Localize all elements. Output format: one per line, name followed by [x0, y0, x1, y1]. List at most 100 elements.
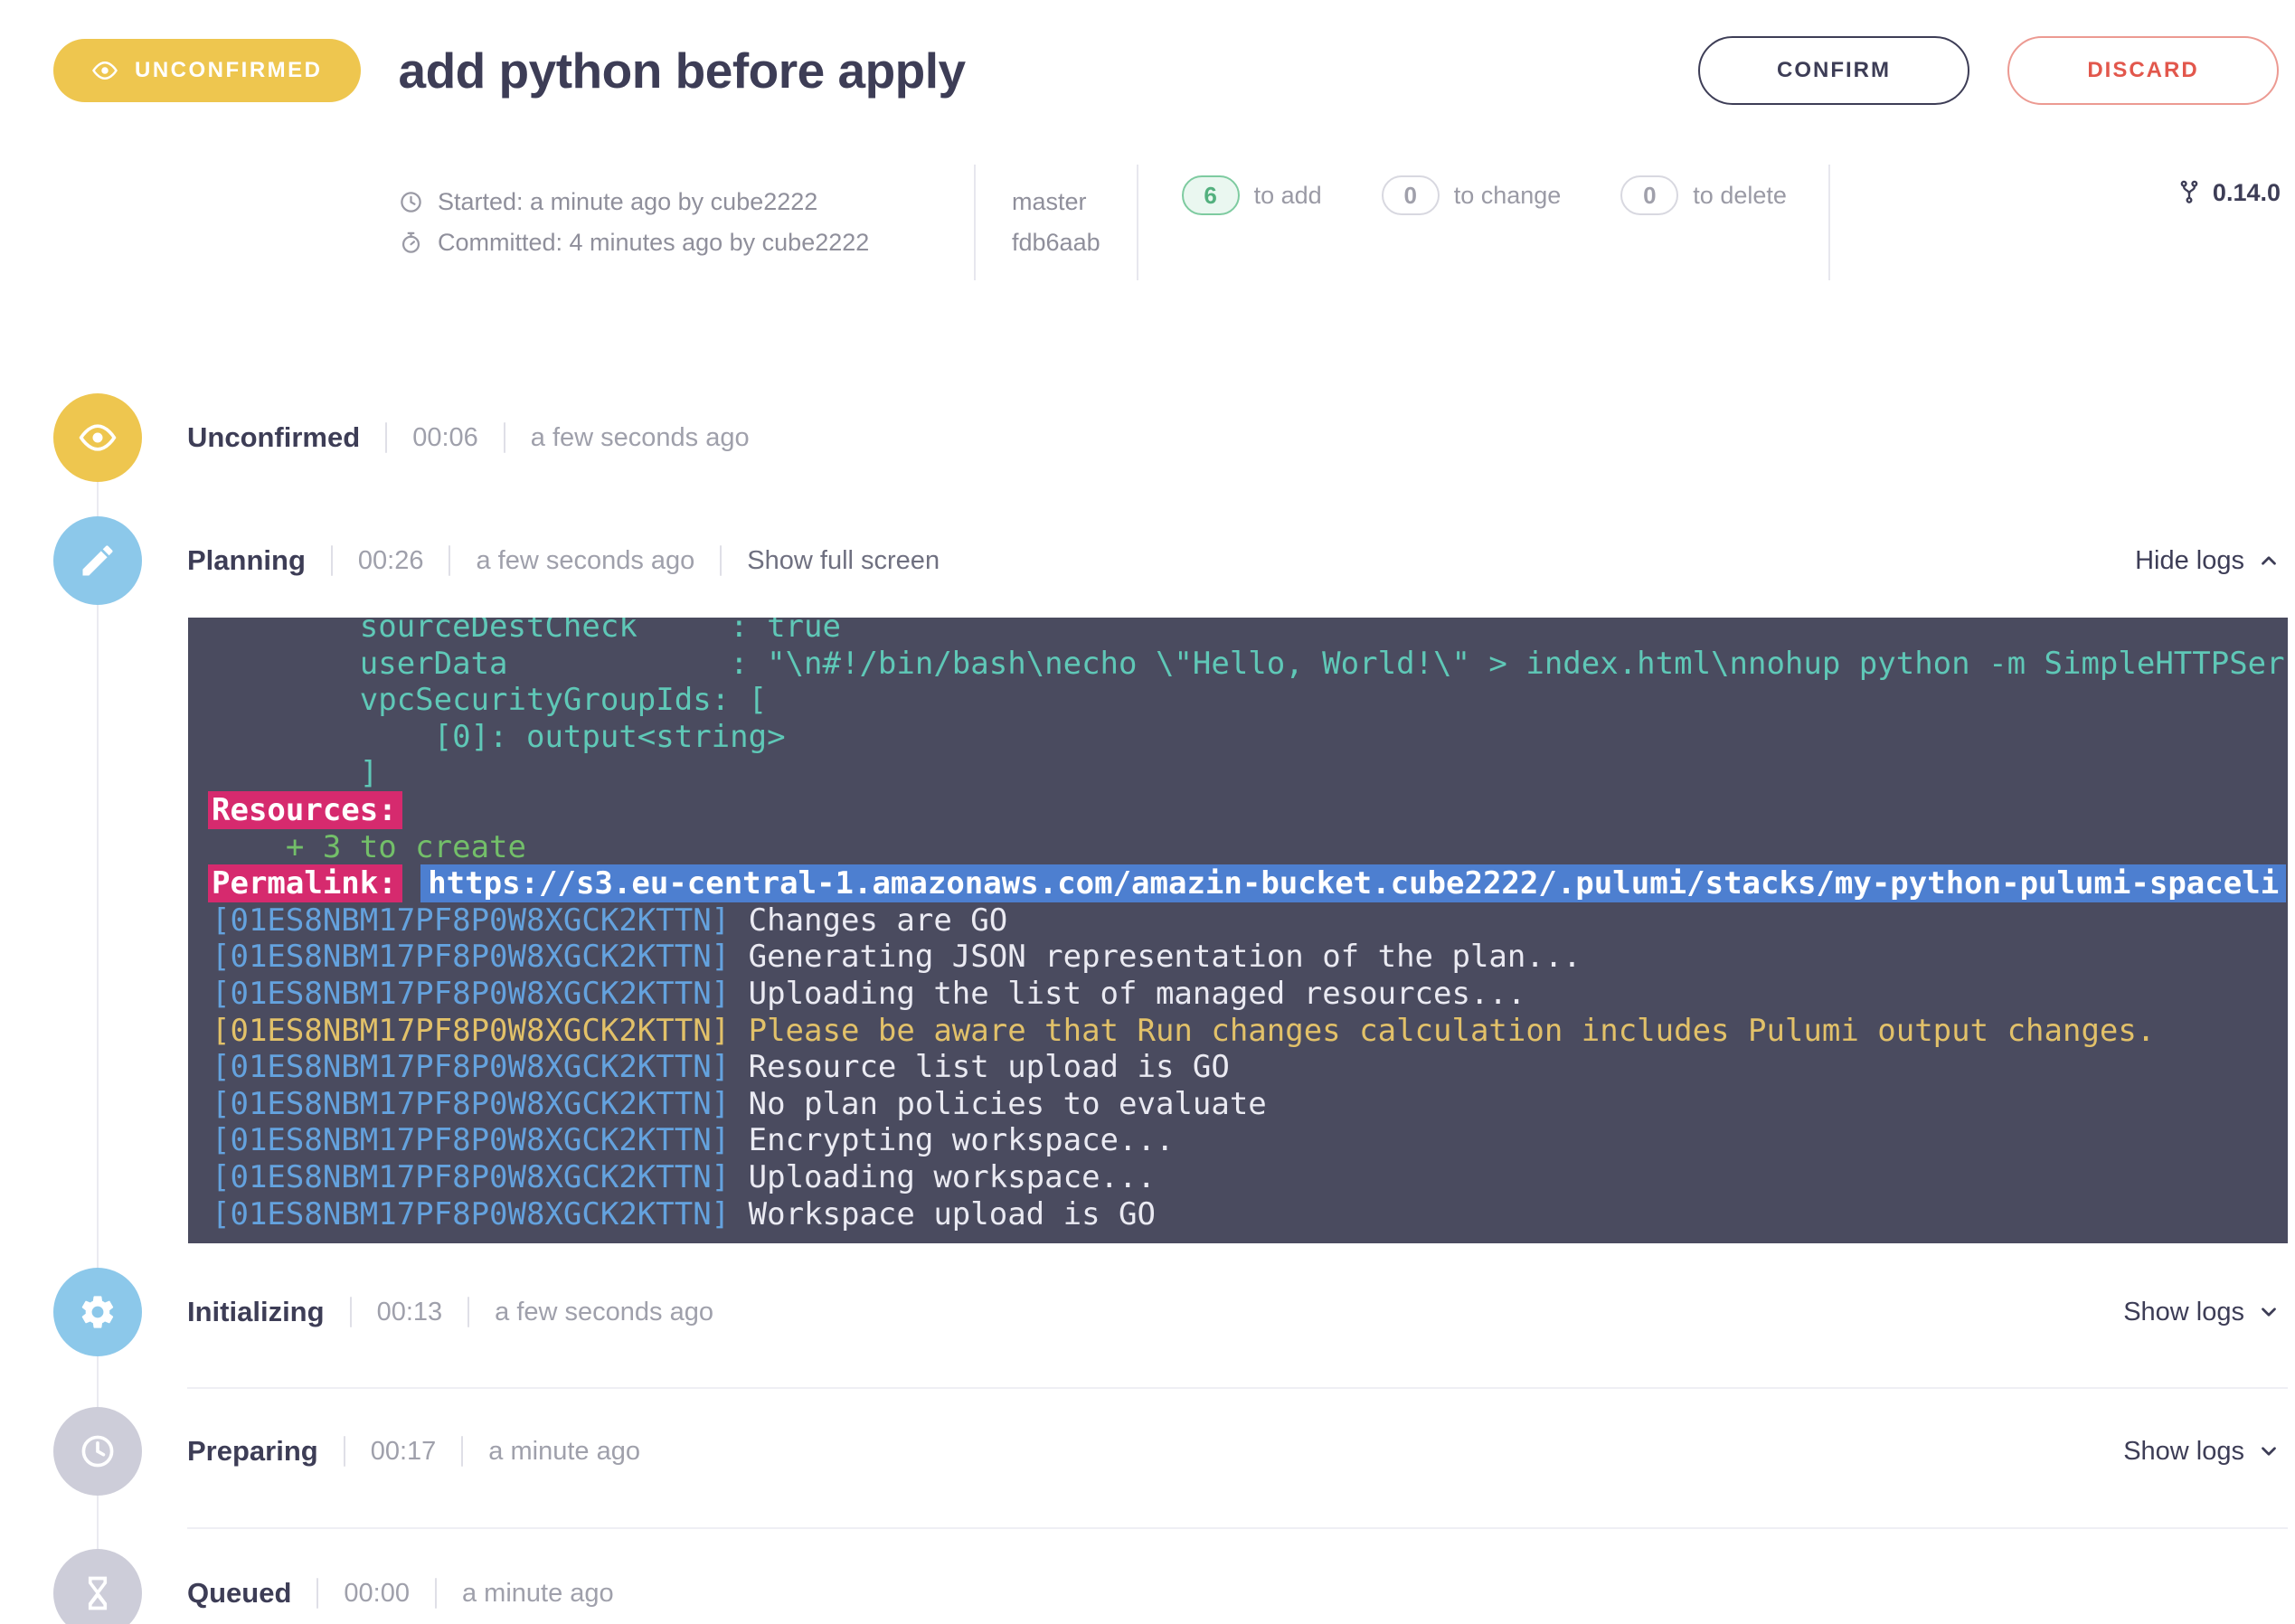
delete-count-badge: 0: [1620, 175, 1678, 215]
terminal-line: [01ES8NBM17PF8P0W8XGCK2KTTN] Workspace u…: [212, 1196, 2288, 1233]
stage-duration: 00:13: [377, 1298, 443, 1327]
stopwatch-icon: [399, 231, 423, 255]
stage-timestamp: a minute ago: [462, 1579, 614, 1609]
terminal-line: ]: [212, 755, 2288, 792]
stage-content: Unconfirmed 00:06 a few seconds ago: [187, 421, 2295, 454]
stage-name: Initializing: [187, 1296, 325, 1328]
terminal-content: sourceDestCheck : true userData : "\n#!/…: [212, 618, 2288, 1232]
hourglass-icon: [78, 1573, 118, 1613]
clock-icon: [78, 1431, 118, 1471]
show-fullscreen-link[interactable]: Show full screen: [747, 546, 940, 576]
stage-row-queued: Queued 00:00 a minute ago: [53, 1549, 2295, 1624]
terminal-line: [01ES8NBM17PF8P0W8XGCK2KTTN] Please be a…: [212, 1013, 2288, 1050]
terminal-line: [0]: output<string>: [212, 719, 2288, 756]
terminal-line: [01ES8NBM17PF8P0W8XGCK2KTTN] Resource li…: [212, 1049, 2288, 1086]
eye-icon: [78, 418, 118, 458]
terminal-line: vpcSecurityGroupIds: [: [212, 682, 2288, 719]
terminal-line: + 3 to create: [212, 829, 2288, 866]
meta-changes: 6 to add 0 to change 0 to delete: [1138, 165, 1828, 280]
terminal-line: [01ES8NBM17PF8P0W8XGCK2KTTN] Generating …: [212, 939, 2288, 976]
version-text: 0.14.0: [2213, 179, 2281, 207]
planning-log-terminal[interactable]: sourceDestCheck : true userData : "\n#!/…: [188, 618, 2288, 1243]
meta-spacer: [1830, 165, 2177, 280]
separator: [331, 545, 333, 576]
eye-icon: [91, 57, 118, 84]
stage-duration: 00:06: [412, 423, 478, 453]
change-count-label: to change: [1454, 182, 1562, 210]
gear-icon: [78, 1292, 118, 1332]
chevron-up-icon: [2257, 549, 2281, 572]
delete-count-label: to delete: [1693, 182, 1787, 210]
show-logs-label: Show logs: [2123, 1298, 2244, 1327]
separator: [720, 545, 722, 576]
stage-timestamp: a few seconds ago: [531, 423, 750, 453]
separator: [468, 1297, 469, 1327]
terminal-line: [01ES8NBM17PF8P0W8XGCK2KTTN] Changes are…: [212, 902, 2288, 939]
branch-name: master: [1012, 188, 1100, 216]
separator: [385, 422, 387, 453]
started-line: Started: a minute ago by cube2222: [399, 188, 974, 216]
page-title: add python before apply: [399, 42, 1699, 99]
run-timeline: Unconfirmed 00:06 a few seconds ago Plan…: [0, 393, 2295, 1624]
add-count-label: to add: [1254, 182, 1322, 210]
separator: [344, 1436, 345, 1467]
show-logs-toggle[interactable]: Show logs: [2123, 1437, 2281, 1467]
chevron-down-icon: [2257, 1440, 2281, 1463]
separator: [316, 1578, 318, 1609]
stage-name: Planning: [187, 544, 306, 577]
stage-icon-queued: [53, 1549, 142, 1624]
discard-button[interactable]: DISCARD: [2007, 36, 2279, 105]
tool-version: 0.14.0: [2177, 165, 2281, 280]
stage-name: Queued: [187, 1577, 291, 1610]
stage-content: Preparing 00:17 a minute ago Show logs: [187, 1435, 2295, 1468]
stage-name: Preparing: [187, 1435, 318, 1468]
stage-duration: 00:26: [358, 546, 424, 576]
committed-text: Committed: 4 minutes ago by cube2222: [438, 229, 869, 257]
stage-duration: 00:00: [344, 1579, 410, 1609]
stage-row-preparing: Preparing 00:17 a minute ago Show logs: [53, 1407, 2295, 1496]
separator: [461, 1436, 463, 1467]
stage-duration: 00:17: [371, 1437, 437, 1467]
stage-timestamp: a few seconds ago: [495, 1298, 713, 1327]
terminal-line: [01ES8NBM17PF8P0W8XGCK2KTTN] Encrypting …: [212, 1122, 2288, 1159]
hide-logs-toggle[interactable]: Hide logs: [2135, 546, 2281, 576]
show-logs-toggle[interactable]: Show logs: [2123, 1298, 2281, 1327]
terminal-line: [01ES8NBM17PF8P0W8XGCK2KTTN] Uploading w…: [212, 1159, 2288, 1196]
confirm-button[interactable]: CONFIRM: [1698, 36, 1969, 105]
stage-icon-planning: [53, 516, 142, 605]
header: UNCONFIRMED add python before apply CONF…: [0, 0, 2295, 105]
separator: [504, 422, 505, 453]
stage-icon-unconfirmed: [53, 393, 142, 482]
stage-icon-initializing: [53, 1268, 142, 1356]
chevron-down-icon: [2257, 1300, 2281, 1324]
stage-name: Unconfirmed: [187, 421, 360, 454]
change-count-badge: 0: [1382, 175, 1440, 215]
row-divider: [187, 1527, 2288, 1529]
stage-icon-preparing: [53, 1407, 142, 1496]
status-badge-label: UNCONFIRMED: [135, 58, 323, 83]
terminal-line: [01ES8NBM17PF8P0W8XGCK2KTTN] No plan pol…: [212, 1086, 2288, 1123]
terminal-line: Resources:: [212, 792, 2288, 829]
clock-icon: [399, 190, 423, 214]
committed-line: Committed: 4 minutes ago by cube2222: [399, 229, 974, 257]
terminal-line: [01ES8NBM17PF8P0W8XGCK2KTTN] Uploading t…: [212, 976, 2288, 1013]
status-badge: UNCONFIRMED: [53, 39, 361, 102]
separator: [350, 1297, 352, 1327]
started-text: Started: a minute ago by cube2222: [438, 188, 817, 216]
terminal-line: sourceDestCheck : true: [212, 618, 2288, 646]
stage-timestamp: a few seconds ago: [476, 546, 694, 576]
add-count-badge: 6: [1182, 175, 1240, 215]
terminal-line: Permalink: https://s3.eu-central-1.amazo…: [212, 865, 2288, 902]
row-divider: [187, 1387, 2288, 1389]
stage-row-initializing: Initializing 00:13 a few seconds ago Sho…: [53, 1268, 2295, 1356]
changes-to-delete: 0 to delete: [1620, 175, 1787, 215]
stage-content: Queued 00:00 a minute ago: [187, 1577, 2295, 1610]
stage-timestamp: a minute ago: [488, 1437, 640, 1467]
changes-to-add: 6 to add: [1182, 175, 1322, 215]
separator: [449, 545, 450, 576]
header-actions: CONFIRM DISCARD: [1698, 36, 2279, 105]
meta-vcs: master fdb6aab: [976, 165, 1137, 280]
stage-row-planning: Planning 00:26 a few seconds ago Show fu…: [53, 516, 2295, 605]
stage-content: Planning 00:26 a few seconds ago Show fu…: [187, 544, 2295, 577]
meta-times: Started: a minute ago by cube2222 Commit…: [399, 165, 974, 280]
